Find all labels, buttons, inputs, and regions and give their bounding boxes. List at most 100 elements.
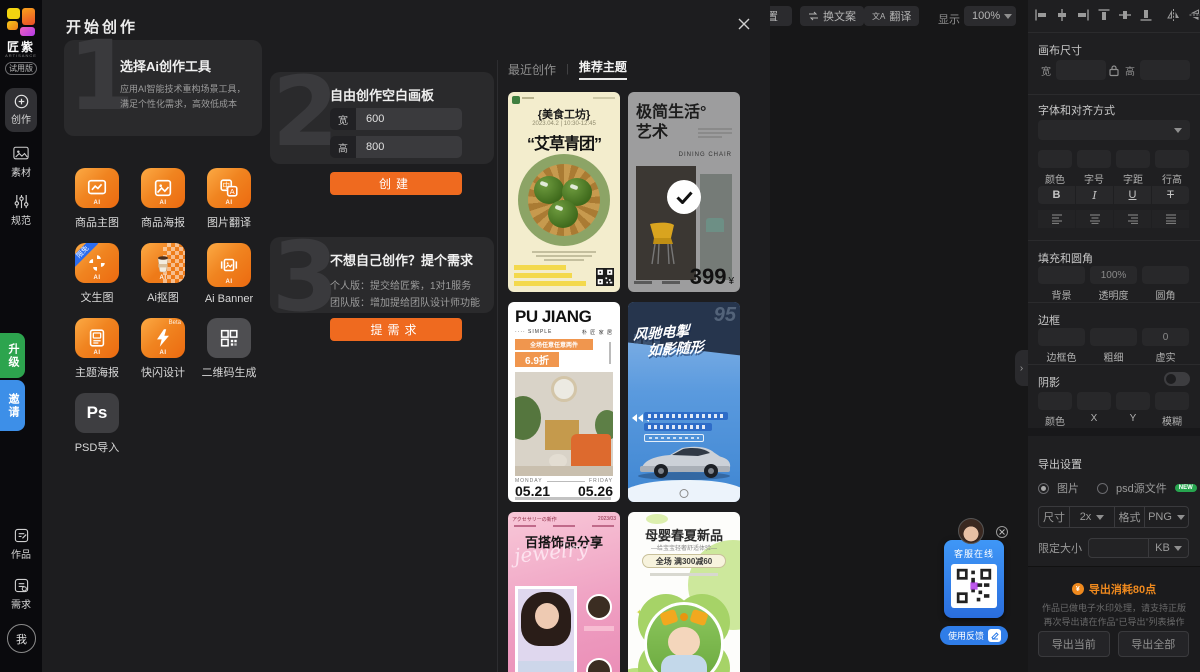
tool-text-to-image[interactable]: AI 限免 文生图 — [64, 243, 130, 305]
font-family-select[interactable] — [1038, 120, 1190, 140]
translate-button[interactable]: 文A 翻译 — [864, 6, 919, 26]
tool-label: 商品主图 — [75, 214, 119, 230]
border-width-input[interactable] — [1090, 328, 1137, 346]
text-align-right-button[interactable] — [1114, 210, 1151, 228]
export-all-button[interactable]: 导出全部 — [1118, 631, 1190, 657]
align-right-icon[interactable] — [1076, 8, 1090, 22]
canvas-width-input[interactable] — [1056, 60, 1106, 80]
tab-separator: | — [566, 63, 569, 75]
panel-collapse-button[interactable]: › — [1015, 350, 1028, 386]
shadow-y-input[interactable] — [1116, 392, 1150, 410]
shadow-color-input[interactable] — [1038, 392, 1072, 410]
step1-column: 1 选择Ai创作工具 应用AI智能技术重构场景工具， 满足个性化需求，高效低成本… — [64, 40, 262, 670]
size-select[interactable]: 2x — [1069, 507, 1114, 527]
support-avatar — [958, 518, 984, 544]
flip-vertical-icon[interactable] — [1188, 8, 1200, 22]
rewrite-copy-button[interactable]: 换文案 — [800, 6, 864, 26]
tab-recent-creations[interactable]: 最近创作 — [508, 61, 556, 78]
poster-art — [514, 525, 614, 527]
poster-art — [536, 255, 592, 257]
tab-recommended-themes[interactable]: 推荐主题 — [579, 58, 627, 80]
tool-ai-cutout[interactable]: AI Ai抠图 — [130, 243, 196, 305]
feedback-button[interactable]: 使用反馈 — [940, 626, 1008, 645]
lock-icon[interactable] — [1108, 64, 1120, 77]
poster-art — [662, 281, 680, 284]
border-dash-input[interactable]: 0 — [1142, 328, 1189, 346]
canvas-height-input[interactable] — [1140, 60, 1190, 80]
canvas-size-title: 画布尺寸 — [1038, 42, 1082, 58]
radio-image[interactable] — [1038, 483, 1049, 494]
underline-button[interactable]: U — [1114, 186, 1151, 204]
step1-card: 1 选择Ai创作工具 应用AI智能技术重构场景工具， 满足个性化需求，高效低成本 — [64, 40, 262, 136]
width-field[interactable]: 宽 600 — [330, 108, 462, 130]
line-height-input[interactable] — [1155, 150, 1189, 168]
zoom-select[interactable]: 100% — [964, 6, 1016, 26]
invite-button[interactable]: 邀请 — [0, 380, 25, 431]
align-middle-v-icon[interactable] — [1118, 8, 1132, 22]
profile-button[interactable]: 我 — [7, 624, 36, 653]
submit-request-button[interactable]: 提需求 — [330, 318, 462, 341]
format-select[interactable]: PNG — [1144, 507, 1188, 527]
poster-card-baby-spring[interactable]: 母婴春夏新品 —给宝宝轻奢舒适体验— 全场 满300减60 ✦ — [628, 512, 740, 672]
support-qr-card[interactable]: 客服在线 — [944, 540, 1004, 618]
tool-qr-generator[interactable]: 二维码生成 — [196, 318, 262, 380]
text-align-center-button[interactable] — [1076, 210, 1113, 228]
height-field[interactable]: 高 800 — [330, 136, 462, 158]
tool-product-main-image[interactable]: AI 商品主图 — [64, 168, 130, 230]
poster-card-pujiang-home[interactable]: PU JIANG ···· SIMPLE 朴 匠 家 居 全场任意任意两件 6.… — [508, 302, 620, 502]
align-top-icon[interactable] — [1097, 8, 1111, 22]
text-align-left-button[interactable] — [1038, 210, 1075, 228]
flip-horizontal-icon[interactable] — [1166, 8, 1181, 22]
sidebar-item-specs[interactable]: 规范 — [0, 194, 42, 227]
background-color-input[interactable] — [1038, 266, 1085, 284]
align-left-icon[interactable] — [1034, 8, 1048, 22]
strikethrough-button[interactable]: T — [1152, 186, 1189, 204]
radio-image-label[interactable]: 图片 — [1057, 480, 1079, 496]
tool-image-translate[interactable]: 中A AI 图片翻译 — [196, 168, 262, 230]
tool-theme-poster[interactable]: AI 主题海报 — [64, 318, 130, 380]
tool-ai-banner[interactable]: AI Ai Banner — [196, 243, 262, 305]
poster-card-food-workshop[interactable]: {美食工坊} 2023.04.2 | 10:30-12:45 “艾草青团” — [508, 92, 620, 292]
export-current-button[interactable]: 导出当前 — [1038, 631, 1110, 657]
shadow-x-input[interactable] — [1077, 392, 1111, 410]
bold-button[interactable]: B — [1038, 186, 1075, 204]
italic-button[interactable]: I — [1076, 186, 1113, 204]
limit-unit-select[interactable]: KB — [1149, 538, 1189, 558]
width-input[interactable]: 600 — [356, 108, 462, 130]
radio-psd-label[interactable]: psd源文件 — [1116, 480, 1167, 496]
sidebar-item-create[interactable]: 创作 — [5, 88, 37, 132]
widget-close-icon[interactable] — [996, 526, 1008, 538]
limit-size-input[interactable] — [1088, 538, 1149, 558]
poster-card-minimal-life[interactable]: 极简生活° 艺术 DINING CHAIR 399 ¥ — [628, 92, 740, 292]
create-button[interactable]: 创建 — [330, 172, 462, 195]
tool-label: 主题海报 — [75, 364, 119, 380]
sidebar: 匠紫 ARTISANCE 试用版 创作 素材 规范 升级 邀请 作品 需求 我 — [0, 0, 42, 672]
tool-flash-design[interactable]: AI Beta 快闪设计 — [130, 318, 196, 380]
shadow-toggle[interactable] — [1164, 372, 1190, 386]
poster-card-car[interactable]: 95 风驰电掣 如影随形 — [628, 302, 740, 502]
font-color-input[interactable] — [1038, 150, 1072, 168]
divider — [1028, 32, 1200, 33]
border-color-input[interactable] — [1038, 328, 1085, 346]
poster-title-line2: 艺术 — [636, 118, 668, 142]
sidebar-item-demands[interactable]: 需求 — [0, 578, 42, 611]
qr-generator-icon — [207, 318, 251, 358]
close-icon[interactable] — [734, 14, 754, 34]
font-size-input[interactable] — [1077, 150, 1111, 168]
corner-radius-input[interactable] — [1142, 266, 1189, 284]
tool-product-poster[interactable]: AI 商品海报 — [130, 168, 196, 230]
opacity-input[interactable]: 100% — [1090, 266, 1137, 284]
sidebar-item-works[interactable]: 作品 — [0, 528, 42, 561]
tool-psd-import[interactable]: Ps PSD导入 — [64, 393, 130, 455]
align-center-h-icon[interactable] — [1055, 8, 1069, 22]
height-input[interactable]: 800 — [356, 136, 462, 158]
shadow-blur-input[interactable] — [1155, 392, 1189, 410]
properties-panel: 画布尺寸 宽 高 字体和对齐方式 颜色 字号 字距 行高 B I U T 填充和… — [1028, 0, 1200, 672]
align-bottom-icon[interactable] — [1139, 8, 1153, 22]
poster-card-jewelry[interactable]: アクセサリーの新作 2023/03 百搭饰品分享 jewelry — [508, 512, 620, 672]
upgrade-button[interactable]: 升级 — [0, 333, 25, 378]
radio-psd[interactable] — [1097, 483, 1108, 494]
letter-spacing-input[interactable] — [1116, 150, 1150, 168]
sidebar-item-assets[interactable]: 素材 — [0, 146, 42, 179]
text-align-justify-button[interactable] — [1152, 210, 1189, 228]
